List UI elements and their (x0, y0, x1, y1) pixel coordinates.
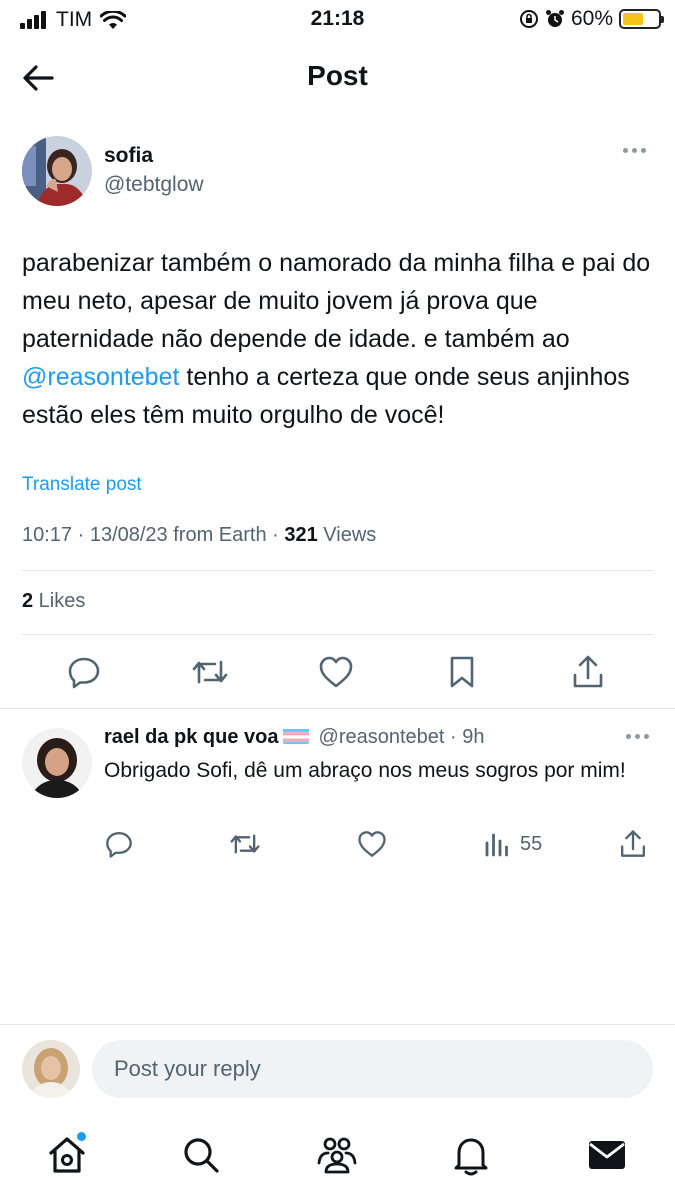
dot (623, 148, 628, 153)
reply-like-button[interactable] (356, 824, 388, 864)
translate-post-link[interactable]: Translate post (22, 474, 142, 496)
post-author: sofia @tebtglow (22, 136, 652, 208)
current-user-avatar[interactable] (22, 1040, 80, 1098)
dot (626, 734, 631, 739)
reply-views-count: 55 (520, 832, 543, 855)
repost-button[interactable] (188, 650, 232, 694)
reply-share-button[interactable] (618, 824, 648, 864)
header: Post (0, 50, 675, 102)
reply-text: Obrigado Sofi, dê um abraço nos meus sog… (104, 759, 626, 782)
like-icon (319, 656, 353, 688)
nav-home[interactable] (42, 1130, 92, 1180)
bookmark-icon (450, 656, 474, 688)
reply-more-button[interactable] (622, 730, 653, 743)
mention-link[interactable]: @reasontebet (22, 363, 179, 391)
dot (641, 148, 646, 153)
status-right: 60% (519, 7, 664, 31)
share-icon (621, 830, 645, 857)
status-bar: TIM 21:18 60% (0, 0, 675, 38)
reply-actions: 55 (104, 824, 654, 864)
alarm-icon (545, 10, 564, 27)
battery-level (623, 13, 644, 25)
reply-icon (106, 832, 132, 858)
nav-messages[interactable] (582, 1130, 632, 1180)
reply-avatar[interactable] (22, 728, 92, 798)
battery-percent: 60% (570, 7, 613, 30)
bottom-nav (0, 1124, 675, 1190)
battery-icon (619, 9, 664, 29)
share-icon (573, 655, 603, 688)
reply-icon (68, 657, 100, 689)
rotation-lock-icon (519, 10, 538, 28)
messages-icon (589, 1141, 625, 1169)
reply-input[interactable] (92, 1040, 653, 1098)
share-button[interactable] (566, 650, 610, 694)
reply-handle-time[interactable]: @reasontebet · 9h (319, 726, 485, 748)
views-count: 321 (284, 524, 318, 546)
dot (644, 734, 649, 739)
reply-repost-button[interactable] (228, 824, 262, 864)
nav-communities[interactable] (312, 1130, 362, 1180)
repost-icon (192, 660, 228, 684)
post-actions (22, 650, 654, 696)
like-icon (358, 831, 386, 857)
home-notification-dot (77, 1132, 86, 1141)
nav-notifications[interactable] (446, 1130, 496, 1180)
views-icon (485, 833, 508, 857)
reply-views-button[interactable]: 55 (484, 824, 542, 864)
reply-button[interactable] (62, 650, 106, 694)
divider (22, 570, 654, 571)
divider (0, 708, 675, 709)
dot (635, 734, 640, 739)
views-label: Views (317, 524, 377, 546)
author-handle[interactable]: @tebtglow (104, 173, 204, 197)
likes-summary[interactable]: 2 Likes (22, 590, 85, 613)
notifications-icon (454, 1138, 488, 1176)
trans-flag-icon (282, 728, 309, 744)
bookmark-button[interactable] (440, 650, 484, 694)
likes-label: Likes (33, 590, 86, 612)
like-button[interactable] (314, 650, 358, 694)
post-timestamp: 10:17 · 13/08/23 from Earth · (22, 524, 285, 546)
author-avatar[interactable] (22, 136, 92, 206)
more-options-button[interactable] (619, 144, 650, 157)
nav-search[interactable] (176, 1130, 226, 1180)
post-meta: 10:17 · 13/08/23 from Earth · 321 Views (22, 524, 376, 547)
dot (632, 148, 637, 153)
divider (0, 1024, 675, 1025)
reply-header: rael da pk que voa @reasontebet · 9h (104, 726, 484, 749)
reply-reply-button[interactable] (104, 824, 134, 864)
divider (22, 634, 654, 635)
page-title: Post (307, 60, 368, 91)
post-body: parabenizar também o namorado da minha f… (22, 244, 652, 434)
author-name[interactable]: sofia (104, 144, 153, 168)
communities-icon (317, 1137, 357, 1174)
repost-icon (230, 834, 260, 854)
reply-author-name[interactable]: rael da pk que voa (104, 726, 279, 748)
search-icon (184, 1138, 219, 1173)
post-text-part-1: parabenizar também o namorado da minha f… (22, 249, 651, 353)
likes-count: 2 (22, 590, 34, 612)
